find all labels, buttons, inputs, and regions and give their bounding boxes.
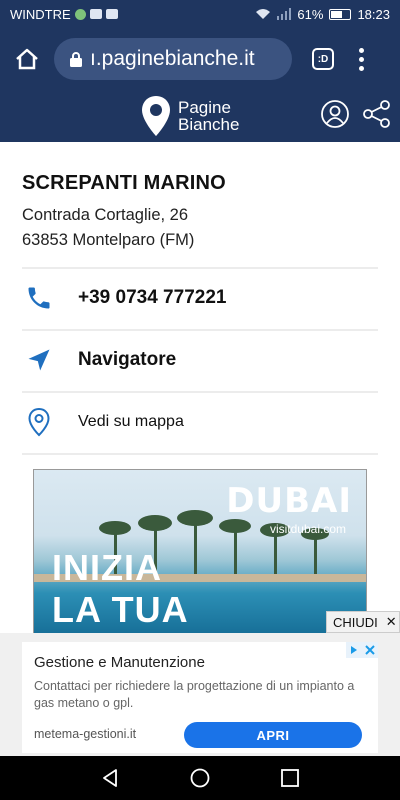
ad-choices[interactable] bbox=[346, 642, 378, 658]
phone-row[interactable]: +39 0734 777221 bbox=[22, 268, 378, 328]
status-bar: WINDTRE 61% 18:23 bbox=[0, 0, 400, 28]
back-icon[interactable] bbox=[99, 767, 121, 789]
recents-icon[interactable] bbox=[279, 767, 301, 789]
phone-icon bbox=[22, 281, 56, 315]
navigator-row[interactable]: Navigatore bbox=[22, 330, 378, 390]
ad-close-icon[interactable] bbox=[362, 642, 378, 658]
carrier-name: WINDTRE bbox=[10, 6, 71, 22]
battery-percent: 61% bbox=[297, 6, 324, 22]
url-text: ı.paginebianche.it bbox=[90, 47, 255, 70]
home-button[interactable] bbox=[0, 28, 54, 90]
status-right: 61% 18:23 bbox=[255, 7, 390, 22]
ad-open-button[interactable]: APRI bbox=[184, 722, 362, 748]
navigation-arrow-icon bbox=[22, 343, 56, 377]
divider bbox=[22, 453, 378, 455]
address-line-1: Contrada Cortaglie, 26 bbox=[22, 206, 189, 224]
mail-icon bbox=[105, 9, 118, 19]
logo-line-2: Bianche bbox=[178, 115, 240, 134]
message-icon bbox=[89, 9, 102, 19]
home-circle-icon[interactable] bbox=[189, 767, 211, 789]
tabs-button[interactable]: :D bbox=[312, 48, 334, 70]
site-header: Pagine Bianche bbox=[0, 90, 400, 142]
home-icon bbox=[16, 48, 38, 70]
clock: 18:23 bbox=[357, 6, 390, 22]
user-icon[interactable] bbox=[320, 99, 350, 129]
location-pin-logo-icon bbox=[142, 96, 170, 136]
ad-title[interactable]: Gestione e Manutenzione bbox=[34, 654, 205, 671]
close-ad-label: CHIUDI bbox=[333, 614, 378, 630]
lock-icon bbox=[70, 51, 82, 67]
map-row[interactable]: Vedi su mappa bbox=[22, 392, 378, 452]
business-name: SCREPANTI MARINO bbox=[22, 172, 226, 194]
address-line-2: 63853 Montelparo (FM) bbox=[22, 231, 195, 249]
signal-icon bbox=[277, 8, 292, 20]
android-nav-bar bbox=[0, 756, 400, 800]
map-pin-icon bbox=[22, 405, 56, 439]
dubai-url: visitdubai.com bbox=[269, 522, 346, 536]
banner-headline-1: INIZIA bbox=[52, 547, 162, 588]
dubai-banner-ad[interactable]: DUBAI visitdubai.com INIZIA LA TUA bbox=[33, 469, 367, 635]
battery-icon bbox=[329, 8, 352, 20]
banner-headline-2: LA TUA bbox=[52, 589, 189, 630]
status-left: WINDTRE bbox=[10, 7, 118, 22]
logo-line-1: Pagine bbox=[178, 98, 231, 117]
address-bar[interactable]: ı.paginebianche.it bbox=[54, 38, 292, 80]
navigator-label: Navigatore bbox=[78, 349, 177, 370]
ad-description: Contattaci per richiedere la progettazio… bbox=[34, 679, 355, 710]
ad-domain: metema-gestioni.it bbox=[34, 727, 137, 741]
paginebianche-logo[interactable]: Pagine Bianche bbox=[140, 94, 239, 138]
browser-toolbar: ı.paginebianche.it :D bbox=[0, 28, 400, 90]
close-icon: ✕ bbox=[385, 614, 397, 629]
browser-menu-button[interactable] bbox=[356, 47, 366, 71]
dubai-logo: DUBAI bbox=[226, 481, 352, 521]
tabs-label: :D bbox=[317, 53, 329, 65]
bottom-ad-panel: Gestione e Manutenzione Contattaci per r… bbox=[0, 633, 400, 756]
close-ad-button[interactable]: CHIUDI ✕ bbox=[326, 611, 400, 633]
map-label: Vedi su mappa bbox=[78, 413, 184, 430]
globe-icon bbox=[74, 8, 86, 20]
wifi-icon bbox=[256, 9, 271, 19]
phone-number[interactable]: +39 0734 777221 bbox=[78, 287, 226, 309]
ad-card[interactable]: Gestione e Manutenzione Contattaci per r… bbox=[22, 642, 378, 753]
share-icon[interactable] bbox=[362, 99, 392, 129]
adchoices-icon bbox=[346, 642, 362, 658]
